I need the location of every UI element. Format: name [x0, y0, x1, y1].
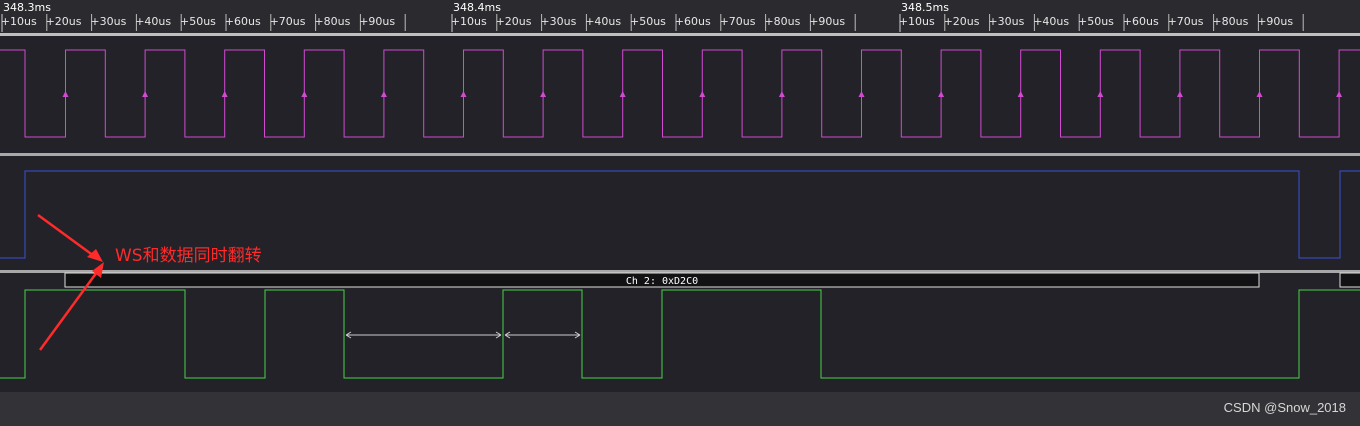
major-tick-label: 348.4ms	[453, 1, 501, 14]
minor-tick-label: +70us	[1168, 15, 1204, 28]
minor-tick-label: +10us	[451, 15, 487, 28]
minor-tick-label: +40us	[585, 15, 621, 28]
rising-edge-marker	[699, 91, 706, 97]
decoder-value: Ch 2: 0xD2C0	[626, 276, 698, 287]
rising-edge-marker	[1256, 91, 1263, 97]
minor-tick-label: +90us	[359, 15, 395, 28]
decoder-frame-next[interactable]	[1339, 272, 1360, 288]
rising-edge-marker	[1176, 91, 1183, 97]
rising-edge-marker	[301, 91, 308, 97]
rising-edge-marker	[221, 91, 228, 97]
rising-edge-marker	[540, 91, 547, 97]
minor-tick-label: +30us	[90, 15, 126, 28]
minor-tick-label: +60us	[675, 15, 711, 28]
clock-waveform[interactable]	[0, 49, 1360, 138]
minor-tick-label: +40us	[1033, 15, 1069, 28]
minor-tick-label: +80us	[764, 15, 800, 28]
rising-edge-marker	[142, 91, 149, 97]
logic-analyzer-view: 348.3ms +10us +20us +30us +40us +50us +60us +70…	[0, 0, 1360, 426]
minor-tick-label: +30us	[988, 15, 1024, 28]
minor-tick-label: +10us	[1, 15, 37, 28]
minor-tick-label: +50us	[1078, 15, 1114, 28]
minor-tick-label: +70us	[270, 15, 306, 28]
major-tick-label: 348.3ms	[3, 1, 51, 14]
minor-tick-label: +50us	[630, 15, 666, 28]
rising-edge-marker	[1017, 91, 1024, 97]
rising-edge-marker	[1097, 91, 1104, 97]
minor-tick-label: +10us	[899, 15, 935, 28]
minor-tick-label: +60us	[1123, 15, 1159, 28]
major-tick-label: 348.5ms	[901, 1, 949, 14]
annotation-text: WS和数据同时翻转	[115, 246, 262, 266]
minor-tick-label: +90us	[809, 15, 845, 28]
minor-tick-label: +50us	[180, 15, 216, 28]
annotation-arrow-upper	[37, 213, 95, 258]
minor-tick-label: +20us	[46, 15, 82, 28]
watermark: CSDN @Snow_2018	[1223, 400, 1346, 415]
footer-bar	[0, 392, 1360, 426]
waveform-canvas[interactable]: 348.3ms+10us +20us +30us +40us +50us +60us +70…	[0, 0, 1360, 392]
rising-edge-marker	[460, 91, 467, 97]
data-waveform[interactable]	[0, 289, 1360, 379]
rising-edge-marker	[1336, 91, 1343, 97]
minor-tick-label: +70us	[720, 15, 756, 28]
annotation-arrowhead-upper	[87, 249, 103, 262]
minor-tick-label: +30us	[540, 15, 576, 28]
minor-tick-label: +60us	[225, 15, 261, 28]
rising-edge-marker	[619, 91, 626, 97]
minor-tick-label: +90us	[1257, 15, 1293, 28]
minor-tick-label: +40us	[135, 15, 171, 28]
rising-edge-marker	[938, 91, 945, 97]
minor-tick-label: +80us	[314, 15, 350, 28]
ws-waveform[interactable]	[0, 170, 1360, 259]
minor-tick-label: +80us	[1212, 15, 1248, 28]
channel-separator	[0, 153, 1360, 156]
rising-edge-marker	[380, 91, 387, 97]
rising-edge-marker	[858, 91, 865, 97]
minor-tick-label: +20us	[944, 15, 980, 28]
minor-tick-label: +20us	[496, 15, 532, 28]
rising-edge-marker	[778, 91, 785, 97]
rising-edge-marker	[62, 91, 69, 97]
ruler-edge	[0, 33, 1360, 36]
